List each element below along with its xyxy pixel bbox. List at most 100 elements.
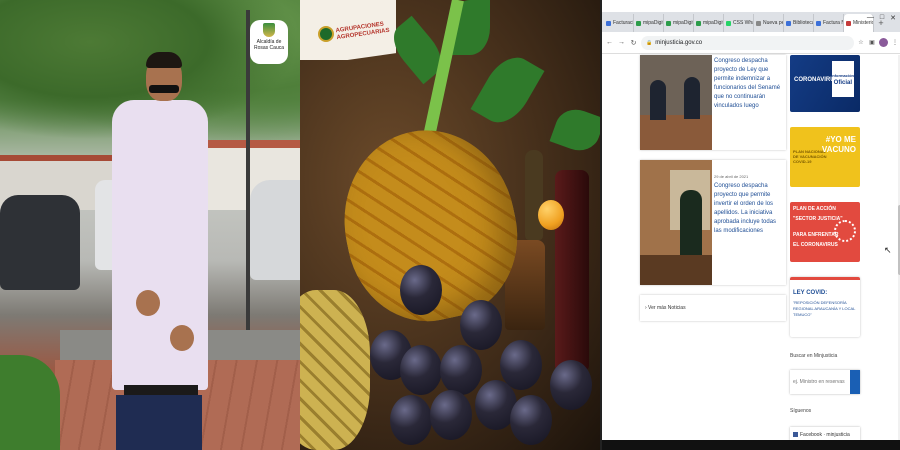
- browser-tab[interactable]: CSS Whatsa×: [724, 14, 754, 32]
- news-image: [640, 160, 712, 285]
- url-text: minjusticia.gov.co: [655, 39, 703, 46]
- favicon-icon: [666, 20, 671, 26]
- browser-tab[interactable]: mipaDigital×: [664, 14, 694, 32]
- tab-label: mipaDigital: [703, 20, 723, 26]
- url-field[interactable]: 🔒 minjusticia.gov.co: [641, 35, 854, 50]
- sunglasses: [149, 85, 179, 93]
- tab-label: mipaDigital: [673, 20, 693, 26]
- justice-plan-banner[interactable]: PLAN DE ACCIÓN "SECTOR JUSTICIA" PARA EN…: [790, 202, 860, 262]
- window-controls: — □ ✕: [867, 14, 896, 22]
- search-input[interactable]: [793, 377, 848, 387]
- association-label: AGRUPACIONES AGROPECUARIAS: [300, 0, 396, 60]
- municipality-logo: Alcaldía de Rosas Cauca: [250, 20, 288, 64]
- banner-line2: VACUNO: [821, 145, 856, 154]
- banner-text: "REPOSICIÓN DEFENSORÍA REGIONAL ARAUCANÍ…: [793, 300, 856, 317]
- covid-law-banner[interactable]: LEY COVID: "REPOSICIÓN DEFENSORÍA REGION…: [790, 277, 860, 337]
- tab-label: Factura Nro: [823, 20, 843, 26]
- virus-icon: [834, 220, 856, 242]
- banner-line1: PLAN DE ACCIÓN: [793, 206, 836, 212]
- news-card[interactable]: Congreso despacha proyecto de Ley que pe…: [640, 55, 786, 150]
- news-title[interactable]: Congreso despacha proyecto de Ley que pe…: [714, 57, 784, 111]
- grape: [440, 345, 482, 395]
- shield-icon: [263, 23, 275, 37]
- browser-tab[interactable]: Facturación×: [604, 14, 634, 32]
- speaker-person: [108, 52, 212, 450]
- taskbar: [602, 440, 900, 450]
- lamp-post: [246, 10, 250, 340]
- reload-icon[interactable]: ↻: [629, 39, 638, 47]
- browser-tab[interactable]: mipaDigital×: [634, 14, 664, 32]
- banner-line1: #YO ME: [825, 135, 856, 144]
- mouse-cursor-icon: ↖: [884, 245, 892, 255]
- more-news-link[interactable]: › Ver más Noticias: [640, 295, 786, 321]
- news-card[interactable]: 29 de abril de 2021 Congreso despacha pr…: [640, 160, 786, 285]
- search-label: Buscar en Minjusticia: [790, 353, 838, 359]
- menu-icon[interactable]: ⋮: [891, 39, 899, 47]
- hair: [146, 52, 182, 68]
- leaf: [549, 103, 600, 157]
- profile-avatar[interactable]: [879, 38, 888, 47]
- maximize-button[interactable]: □: [880, 14, 884, 22]
- grass-patch: [0, 355, 60, 450]
- grape: [400, 265, 442, 315]
- seal-icon: [318, 26, 334, 42]
- screenshot-stage: Alcaldía de Rosas Cauca AGRUPACIONES AGR…: [0, 0, 900, 450]
- banner-line1: Información: [831, 73, 854, 78]
- grape: [400, 345, 442, 395]
- forward-icon[interactable]: →: [617, 39, 626, 46]
- banner-line4: EL CORONAVIRUS: [793, 242, 838, 248]
- back-icon[interactable]: ←: [605, 39, 614, 46]
- grape: [430, 390, 472, 440]
- tab-label: mipaDigital: [643, 20, 663, 26]
- news-body: 29 de abril de 2021 Congreso despacha pr…: [714, 160, 784, 236]
- leaf: [470, 48, 545, 132]
- pants: [116, 395, 202, 450]
- close-window-button[interactable]: ✕: [890, 14, 896, 22]
- grape: [460, 300, 502, 350]
- tab-label: Facturación: [613, 20, 633, 26]
- favicon-icon: [816, 20, 821, 26]
- favicon-icon: [846, 20, 851, 26]
- address-bar: ← → ↻ 🔒 minjusticia.gov.co ☆ ▣ ⋮: [602, 32, 900, 54]
- banner-line3: PARA ENFRENTAR: [793, 232, 839, 238]
- bottle: [555, 170, 589, 370]
- facebook-icon: [793, 432, 798, 438]
- page-viewport: Congreso despacha proyecto de Ley que pe…: [602, 55, 900, 441]
- minimize-button[interactable]: —: [867, 14, 874, 22]
- person-figure: [650, 80, 666, 120]
- browser-tab[interactable]: mipaDigital×: [694, 14, 724, 32]
- favicon-icon: [726, 20, 731, 26]
- fruit: [538, 200, 564, 230]
- logo-text: Alcaldía de Rosas Cauca: [253, 39, 284, 51]
- browser-tab[interactable]: Factura Nro×: [814, 14, 844, 32]
- parked-car: [0, 195, 80, 290]
- favicon-icon: [636, 20, 641, 26]
- grape: [390, 395, 432, 445]
- browser-tab[interactable]: Nueva pestaña×: [754, 14, 784, 32]
- news-date: 29 de abril de 2021: [714, 174, 749, 179]
- tab-label: Biblioteca: [793, 20, 814, 26]
- news-body: Congreso despacha proyecto de Ley que pe…: [714, 55, 784, 111]
- extension-icon[interactable]: ▣: [868, 39, 876, 47]
- search-box: [790, 370, 860, 394]
- star-icon[interactable]: ☆: [857, 39, 865, 47]
- vaccination-banner[interactable]: PLAN NACIONAL DE VACUNACIÓN COVID-19 #YO…: [790, 127, 860, 187]
- speaker-video-panel: Alcaldía de Rosas Cauca: [0, 0, 300, 450]
- banner-info-box: [832, 61, 854, 97]
- coronavirus-banner[interactable]: CORONAVIRUS Información Oficial: [790, 55, 860, 112]
- facebook-label: Facebook · minjusticia: [800, 432, 850, 438]
- favicon-icon: [606, 20, 611, 26]
- pinecone-fruit: [300, 290, 370, 450]
- news-title[interactable]: Congreso despacha proyecto que permite i…: [714, 182, 784, 236]
- browser-tab[interactable]: Biblioteca×: [784, 14, 814, 32]
- banner-line2: "SECTOR JUSTICIA": [793, 216, 843, 222]
- facebook-widget[interactable]: Facebook · minjusticia: [790, 427, 860, 441]
- produce-photo-panel: AGRUPACIONES AGROPECUARIAS: [300, 0, 600, 450]
- browser-window: Facturación×mipaDigital×mipaDigital×mipa…: [600, 0, 900, 450]
- desk: [640, 255, 712, 285]
- favicon-icon: [756, 20, 761, 26]
- hand: [170, 325, 194, 351]
- banner-line2: Oficial: [833, 80, 852, 86]
- search-button[interactable]: [850, 370, 860, 394]
- tab-label: CSS Whatsa: [733, 20, 754, 26]
